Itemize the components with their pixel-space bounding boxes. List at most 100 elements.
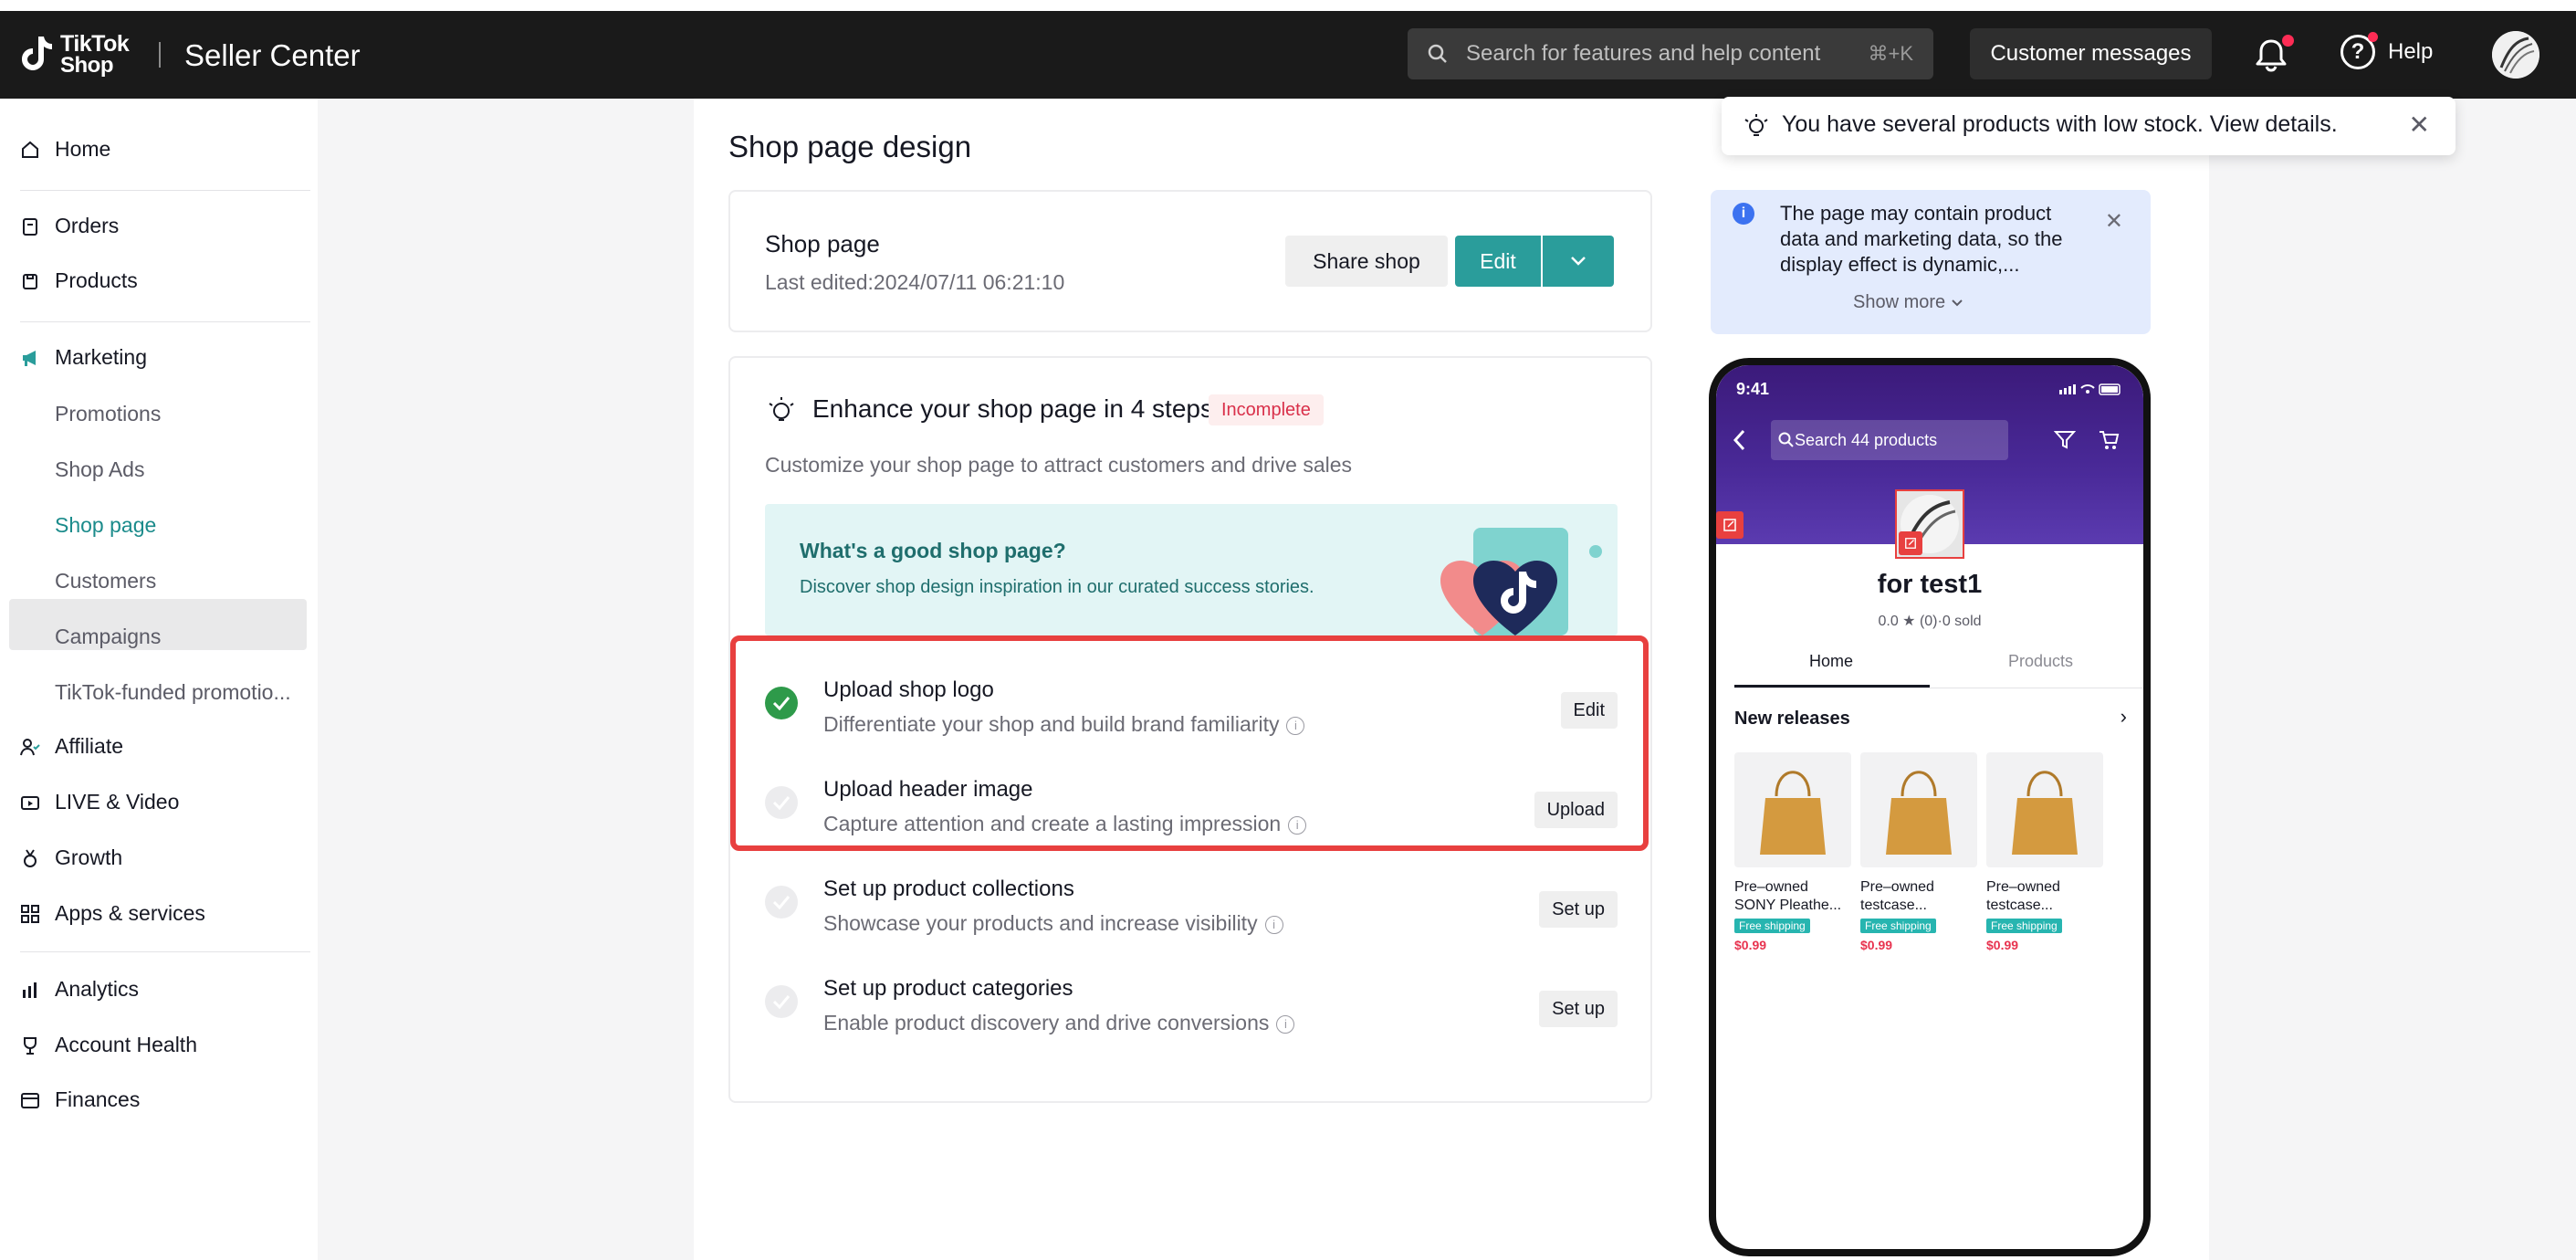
orders-icon [20, 216, 40, 236]
sidebar-item-campaigns[interactable]: Campaigns [55, 625, 161, 649]
video-icon [20, 793, 40, 813]
product-price: $0.99 [1860, 938, 1893, 952]
chevron-right-icon[interactable]: › [2120, 705, 2127, 729]
sidebar-item-home[interactable]: Home [20, 137, 110, 162]
help-dot [2368, 32, 2378, 42]
top-bar: TikTok Shop Seller Center Search for fea… [0, 11, 2576, 99]
search-input[interactable]: Search for features and help content ⌘+K [1408, 28, 1933, 79]
step-product-collections: Set up product collections Showcase your… [765, 875, 1618, 957]
tab-home[interactable]: Home [1809, 652, 1853, 671]
back-arrow-icon[interactable] [1733, 429, 1747, 451]
cart-icon[interactable] [2098, 429, 2120, 451]
sidebar-item-promotions[interactable]: Promotions [55, 402, 161, 426]
product-name-line1: Pre–owned [1986, 879, 2060, 895]
top-strip [0, 0, 2576, 11]
sidebar-item-affiliate[interactable]: Affiliate [20, 734, 123, 759]
product-name-line2: testcase... [1860, 898, 1927, 913]
sidebar-item-label: Orders [55, 214, 120, 237]
info-circle-icon: i [1733, 203, 1754, 225]
sidebar: Home Orders Products Marketing Promotion… [0, 99, 318, 1260]
product-card[interactable]: Pre–owned SONY Pleathe... Free shipping $… [1734, 752, 1851, 952]
handbag-icon [1760, 771, 1826, 855]
check-pending-icon [765, 985, 798, 1018]
wallet-icon [20, 1090, 40, 1110]
sidebar-item-growth[interactable]: Growth [20, 845, 122, 870]
help-icon: ? [2340, 32, 2378, 69]
tiktok-shop-logo[interactable]: TikTok Shop [18, 31, 130, 79]
tab-products[interactable]: Products [2008, 652, 2073, 671]
sidebar-item-label: Affiliate [55, 734, 124, 758]
logo-line2: Shop [60, 53, 114, 78]
banner-title: What's a good shop page? [800, 539, 1066, 562]
info-icon[interactable]: i [1264, 915, 1283, 934]
sidebar-item-label: Apps & services [55, 901, 205, 925]
avatar[interactable] [2492, 31, 2539, 79]
setup-collections-button[interactable]: Set up [1539, 891, 1618, 928]
product-name-line1: Pre–owned [1860, 879, 1934, 895]
last-edited: Last edited:2024/07/11 06:21:10 [765, 270, 1065, 294]
close-icon[interactable]: ✕ [2105, 208, 2123, 235]
share-shop-button[interactable]: Share shop [1285, 236, 1448, 287]
sidebar-item-label: Finances [55, 1087, 141, 1111]
setup-categories-button[interactable]: Set up [1539, 991, 1618, 1027]
phone-preview: 9:41 Search 44 products for test1 0.0 ★ … [1709, 358, 2151, 1256]
product-price: $0.99 [1734, 938, 1767, 952]
sidebar-item-label: Account Health [55, 1033, 197, 1056]
sidebar-item-tiktok-funded[interactable]: TikTok-funded promotio... [55, 680, 291, 705]
sidebar-item-apps[interactable]: Apps & services [20, 901, 205, 926]
edit-avatar-icon[interactable] [1899, 531, 1922, 555]
free-shipping-badge: Free shipping [1860, 919, 1936, 933]
step-description: Showcase your products and increase visi… [823, 911, 1283, 936]
logo-text: TikTok Shop [60, 33, 130, 78]
sidebar-item-account-health[interactable]: Account Health [20, 1033, 197, 1057]
sidebar-item-products[interactable]: Products [20, 268, 138, 293]
sidebar-item-shop-page[interactable]: Shop page [55, 513, 156, 538]
sidebar-item-finances[interactable]: Finances [20, 1087, 140, 1112]
help-label: Help [2388, 39, 2434, 64]
sidebar-item-shop-ads[interactable]: Shop Ads [55, 457, 144, 482]
apps-icon [20, 904, 40, 924]
search-icon [1428, 44, 1447, 63]
banner-illustration-icon [1440, 528, 1602, 635]
trophy-icon [20, 1035, 40, 1055]
sidebar-item-analytics[interactable]: Analytics [20, 977, 139, 1002]
status-badge: Incomplete [1209, 394, 1324, 425]
inspiration-banner[interactable]: What's a good shop page? Discover shop d… [765, 504, 1618, 635]
preview-shop-avatar [1895, 489, 1964, 559]
free-shipping-badge: Free shipping [1986, 919, 2062, 933]
check-pending-icon [765, 886, 798, 919]
filter-icon[interactable] [2054, 429, 2076, 451]
growth-icon [20, 848, 40, 868]
customer-messages-button[interactable]: Customer messages [1970, 28, 2212, 79]
product-card[interactable]: Pre–owned testcase... Free shipping $0.99 [1860, 752, 1977, 952]
info-icon[interactable]: i [1276, 1014, 1295, 1034]
new-releases-heading: New releases [1734, 709, 1850, 729]
close-icon[interactable]: ✕ [2409, 110, 2430, 140]
home-icon [20, 140, 40, 160]
search-placeholder: Search for features and help content [1466, 41, 1821, 66]
lightbulb-icon [769, 397, 794, 421]
edit-button[interactable]: Edit [1455, 236, 1541, 287]
product-card[interactable]: Pre–owned testcase... Free shipping $0.99 [1986, 752, 2103, 952]
free-shipping-badge: Free shipping [1734, 919, 1810, 933]
sidebar-item-orders[interactable]: Orders [20, 214, 119, 238]
product-name: Seller Center [184, 38, 361, 72]
notice-text: The page may contain product data and ma… [1780, 202, 2063, 276]
avatar-image-icon [2492, 31, 2539, 79]
search-icon [1778, 432, 1794, 447]
search-shortcut: ⌘+K [1868, 42, 1913, 65]
low-stock-toast[interactable]: You have several products with low stock… [1722, 97, 2456, 155]
edit-dropdown-button[interactable] [1543, 236, 1614, 287]
edit-header-icon[interactable] [1716, 511, 1744, 539]
sidebar-item-customers[interactable]: Customers [55, 569, 156, 593]
sidebar-item-live-video[interactable]: LIVE & Video [20, 790, 179, 814]
preview-search-input[interactable]: Search 44 products [1771, 420, 2008, 460]
show-more-link[interactable]: Show more [1853, 292, 1963, 313]
steps-highlight-box [730, 635, 1649, 851]
divider [20, 321, 310, 322]
status-bar-icons [2059, 383, 2120, 395]
help-button[interactable]: ? Help [2340, 32, 2434, 69]
sidebar-item-marketing[interactable]: Marketing [20, 345, 147, 370]
preview-tabs: Home Products [1734, 639, 2143, 688]
chevron-down-icon [1571, 257, 1586, 266]
